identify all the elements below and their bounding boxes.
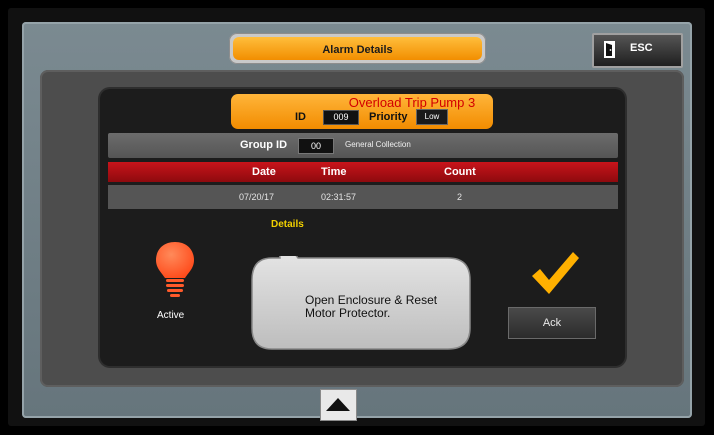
ack-button[interactable]: Ack xyxy=(508,307,596,339)
esc-label: ESC xyxy=(630,42,653,54)
priority-value: Low xyxy=(416,109,448,125)
esc-button[interactable]: ESC xyxy=(592,33,683,68)
alarm-name: Overload Trip Pump 3 xyxy=(348,95,476,110)
id-value: 009 xyxy=(323,110,359,125)
column-header-date: Date xyxy=(252,166,276,178)
checkmark-icon xyxy=(532,252,579,294)
details-label: Details xyxy=(271,219,304,230)
group-id-value: 00 xyxy=(298,138,334,154)
group-bar: Group ID 00 General Collection xyxy=(108,133,618,158)
column-header-time: Time xyxy=(321,166,347,178)
status-label: Active xyxy=(157,310,185,321)
table-row: 07/20/17 02:31:57 2 xyxy=(108,185,618,209)
table-header: Date Time Count xyxy=(108,162,618,182)
alarm-header: Overload Trip Pump 3 ID 009 Priority Low xyxy=(231,94,493,129)
lightbulb-icon xyxy=(156,242,194,297)
group-name: General Collection xyxy=(345,140,411,149)
cell-date: 07/20/17 xyxy=(239,192,275,202)
arrow-up-icon xyxy=(326,398,350,411)
scroll-up-button[interactable] xyxy=(320,389,357,421)
details-text: Open Enclosure & Reset Motor Protector. xyxy=(305,293,438,320)
title-tab-fill: Alarm Details xyxy=(233,37,482,60)
title-tab: Alarm Details xyxy=(229,33,486,64)
cell-time: 02:31:57 xyxy=(321,192,357,202)
priority-label: Priority xyxy=(369,111,408,123)
page-title: Alarm Details xyxy=(322,44,393,56)
column-header-count: Count xyxy=(444,166,476,178)
cell-count: 2 xyxy=(457,192,463,202)
id-label: ID xyxy=(295,111,306,123)
exit-door-icon xyxy=(604,41,615,58)
group-id-label: Group ID xyxy=(240,139,288,151)
